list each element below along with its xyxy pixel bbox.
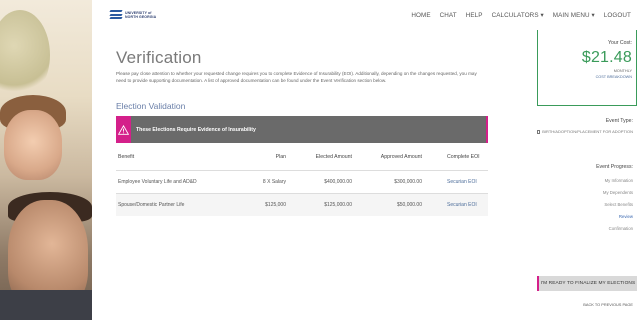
event-progress: Event Progress: My Information My Depend… (537, 164, 637, 235)
page-title: Verification (116, 48, 202, 67)
eoi-alert-banner: These Elections Require Evidence of Insu… (116, 116, 488, 143)
photo-foliage (0, 10, 50, 100)
cost-period: MONTHLY (613, 69, 632, 73)
cell-benefit: Employee Voluntary Life and AD&D (118, 179, 197, 185)
step-confirmation[interactable]: Confirmation (537, 223, 633, 235)
photo-shirt (0, 290, 92, 320)
event-type-checkbox[interactable] (537, 129, 541, 134)
election-table: Benefit Plan Elected Amount Approved Amo… (116, 154, 488, 216)
nav-main-menu[interactable]: MAIN MENU ▾ (553, 12, 595, 19)
logo-line-2: NORTH GEORGIA (125, 14, 157, 19)
cost-summary: Your Cost: $21.48 MONTHLY COST BREAKDOWN (537, 30, 637, 106)
col-elected-amount: Elected Amount (315, 154, 352, 160)
cost-value: $21.48 (581, 49, 632, 66)
securian-eoi-link[interactable]: Securian EOI (447, 202, 477, 208)
nav-home[interactable]: HOME (411, 12, 430, 19)
cost-label: Your Cost: (607, 40, 632, 46)
col-approved-amount: Approved Amount (380, 154, 422, 160)
alert-message: These Elections Require Evidence of Insu… (136, 126, 256, 133)
step-select-benefits[interactable]: Select Benefits (537, 199, 633, 211)
cell-elected-amount: $125,000.00 (324, 202, 352, 208)
finalize-elections-button[interactable]: I'M READY TO FINALIZE MY ELECTIONS (537, 276, 637, 291)
alert-badge (116, 116, 131, 143)
cell-plan: $125,000 (265, 202, 286, 208)
cost-breakdown-link[interactable]: COST BREAKDOWN (538, 75, 632, 79)
cell-approved-amount: $300,000.00 (394, 179, 422, 185)
nav-logout[interactable]: LOGOUT (604, 12, 631, 19)
securian-eoi-link[interactable]: Securian EOI (447, 179, 477, 185)
cell-benefit: Spouse/Domestic Partner Life (118, 202, 185, 208)
step-my-information[interactable]: My Information (537, 175, 633, 187)
alert-edge (486, 116, 488, 143)
cell-approved-amount: $50,000.00 (396, 202, 422, 208)
back-to-previous-page-link[interactable]: BACK TO PREVIOUS PAGE (537, 302, 637, 307)
event-type-label: Event Type: (605, 118, 633, 124)
step-my-dependents[interactable]: My Dependents (537, 187, 633, 199)
photo-child (4, 110, 62, 180)
col-plan: Plan (275, 154, 286, 160)
table-row: Employee Voluntary Life and AD&D 8 X Sal… (116, 170, 488, 194)
nav-help[interactable]: HELP (466, 12, 483, 19)
warning-icon (118, 124, 129, 135)
nav-calculators[interactable]: CALCULATORS ▾ (492, 12, 544, 19)
event-type: Event Type: BIRTH/ADOPTION/PLACEMENT FOR… (537, 118, 637, 134)
section-title: Election Validation (116, 101, 186, 111)
col-benefit: Benefit (118, 154, 135, 160)
table-row: Spouse/Domestic Partner Life $125,000 $1… (116, 193, 488, 216)
logo-mark-icon (109, 10, 123, 19)
hero-photo (0, 0, 92, 320)
intro-text: Please pay close attention to whether yo… (116, 71, 477, 83)
cell-plan: 8 X Salary (262, 179, 286, 185)
main-content: Verification Please pay close attention … (116, 48, 488, 216)
col-complete-eoi: Complete EOI (447, 154, 480, 160)
nav-chat[interactable]: CHAT (440, 12, 457, 19)
top-nav: HOME CHAT HELP CALCULATORS ▾ MAIN MENU ▾… (411, 12, 631, 19)
cell-elected-amount: $400,000.00 (324, 179, 352, 185)
site-logo[interactable]: UNIVERSITY of NORTH GEORGIA (109, 10, 157, 19)
event-type-value: BIRTH/ADOPTION/PLACEMENT FOR ADOPTION (542, 129, 633, 134)
progress-label: Event Progress: (596, 164, 633, 170)
step-review[interactable]: Review (537, 211, 633, 223)
table-header-row: Benefit Plan Elected Amount Approved Amo… (116, 154, 488, 171)
